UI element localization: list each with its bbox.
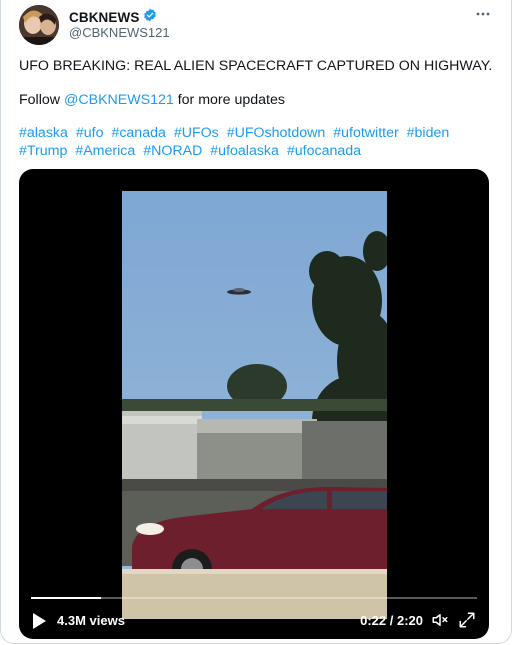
tweet-card: CBKNEWS @CBKNEWS121 UFO BREAKING: REAL A…: [0, 0, 512, 644]
hashtag-link[interactable]: #alaska: [19, 125, 68, 141]
mention-link[interactable]: @CBKNEWS121: [64, 92, 174, 108]
progress-bar[interactable]: [31, 597, 477, 599]
author-handle[interactable]: @CBKNEWS121: [69, 25, 170, 40]
hashtag-link[interactable]: #NORAD: [143, 143, 202, 159]
hashtag-link[interactable]: #UFOs: [174, 125, 219, 141]
hashtag-link[interactable]: #canada: [111, 125, 165, 141]
hashtag-link[interactable]: #biden: [407, 125, 450, 141]
volume-icon[interactable]: [431, 611, 449, 634]
play-icon[interactable]: [31, 612, 47, 635]
tweet-text: UFO BREAKING: REAL ALIEN SPACECRAFT CAPT…: [19, 58, 493, 74]
hashtag-link[interactable]: #ufoalaska: [210, 143, 279, 159]
hashtag-link[interactable]: #Trump: [19, 143, 67, 159]
hashtag-link[interactable]: #ufocanada: [287, 143, 361, 159]
hashtag-link[interactable]: #ufo: [76, 125, 104, 141]
more-horizontal-icon[interactable]: [475, 6, 491, 27]
progress-fill: [31, 597, 102, 599]
follow-line: Follow @CBKNEWS121 for more updates: [19, 92, 285, 108]
fullscreen-icon[interactable]: [458, 611, 476, 634]
hashtag-link[interactable]: #ufotwitter: [333, 125, 398, 141]
hashtag-list: #alaska #ufo #canada #UFOs #UFOshotdown …: [19, 124, 489, 160]
hashtag-link[interactable]: #UFOshotdown: [227, 125, 326, 141]
time-display: 0:22 / 2:20: [360, 613, 423, 628]
author-name[interactable]: CBKNEWS: [69, 10, 139, 25]
view-count: 4.3M views: [57, 613, 125, 628]
avatar[interactable]: [19, 5, 59, 45]
follow-suffix: for more updates: [173, 92, 285, 108]
follow-prefix: Follow: [19, 92, 64, 108]
video-frame[interactable]: [122, 191, 387, 619]
video-player[interactable]: 4.3M views 0:22 / 2:20: [19, 169, 489, 639]
hashtag-link[interactable]: #America: [75, 143, 135, 159]
video-controls: 4.3M views 0:22 / 2:20: [19, 589, 489, 639]
